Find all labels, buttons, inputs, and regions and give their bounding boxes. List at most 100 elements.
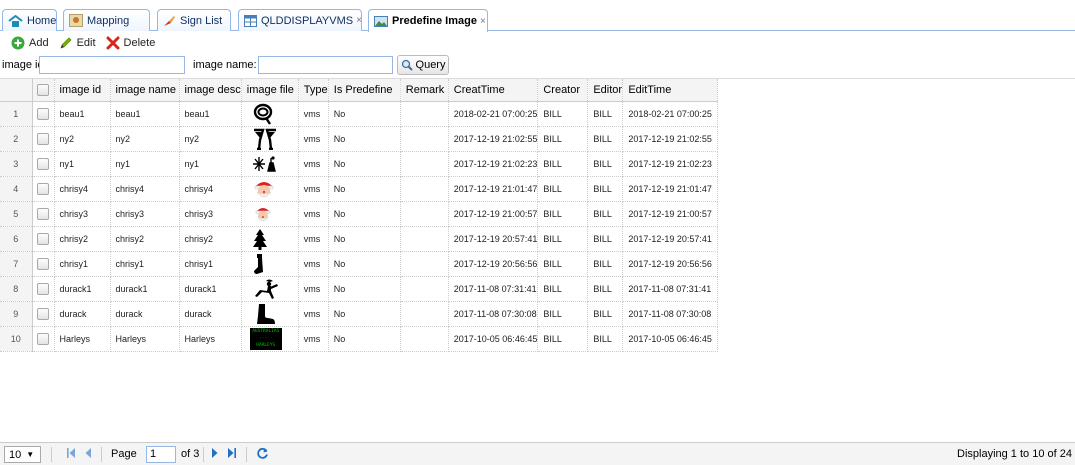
table-row[interactable]: 8 durack1 durack1 durack1 vms No 2017-11… <box>0 276 719 302</box>
add-icon <box>11 36 25 50</box>
first-page-icon[interactable] <box>66 447 76 459</box>
page-count-label: of 3 <box>181 448 200 460</box>
row-checkbox[interactable] <box>37 157 49 170</box>
creat-time-cell: 2017-12-19 20:56:56 <box>448 251 539 277</box>
is-predefine-cell: No <box>328 326 401 352</box>
type-cell: vms <box>298 201 329 227</box>
column-header[interactable]: Remark <box>400 79 449 102</box>
row-checkbox[interactable] <box>37 307 49 320</box>
type-cell: vms <box>298 251 329 277</box>
image-name-cell: chrisy3 <box>110 201 180 227</box>
prev-page-icon[interactable] <box>84 447 92 459</box>
table-row[interactable]: 6 chrisy2 chrisy2 chrisy2 vms No 2017-12… <box>0 226 719 252</box>
edit-time-cell: 2017-12-19 21:02:55 <box>622 126 719 152</box>
table-row[interactable]: 5 chrisy3 chrisy3 chrisy3 vms No 2017-12… <box>0 201 719 227</box>
thumb-line: AUSTRALIAS <box>252 328 280 334</box>
header-row: image id image name image desc image fil… <box>0 79 719 102</box>
page-size-select[interactable]: 10 ▼ <box>4 446 41 463</box>
toolbar: Add Edit Delete <box>0 33 165 53</box>
separator <box>203 447 204 462</box>
tab-label: Home <box>27 14 57 27</box>
tab-qlddisplayvms[interactable]: QLDDISPLAYVMS × <box>238 9 362 31</box>
is-predefine-cell: No <box>328 226 401 252</box>
row-checkbox[interactable] <box>37 257 49 270</box>
image-file-cell <box>241 176 299 202</box>
table-row[interactable]: 10 Harleys Harleys Harleys AUSTRALIAS ··… <box>0 326 719 352</box>
column-header[interactable]: image file <box>241 79 299 102</box>
edit-time-cell: 2017-11-08 07:30:08 <box>622 301 719 327</box>
table-row[interactable]: 9 durack durack durack vms No 2017-11-08… <box>0 301 719 327</box>
type-cell: vms <box>298 301 329 327</box>
image-name-cell: ny1 <box>110 151 180 177</box>
page-number-input[interactable]: 1 <box>146 446 176 463</box>
column-header[interactable]: image name <box>110 79 180 102</box>
column-header[interactable]: image id <box>54 79 111 102</box>
table-row[interactable]: 4 chrisy4 chrisy4 chrisy4 vms No 2017-12… <box>0 176 719 202</box>
row-checkbox[interactable] <box>37 232 49 245</box>
add-button[interactable]: Add <box>11 36 49 50</box>
row-checkbox[interactable] <box>37 282 49 295</box>
creator-cell: BILL <box>537 226 589 252</box>
boot-icon <box>256 303 275 324</box>
tab-home[interactable]: Home <box>2 9 57 31</box>
column-header[interactable]: Editor <box>587 79 624 102</box>
page-size-value: 10 <box>9 448 22 461</box>
separator <box>246 447 247 462</box>
thumb-line: ····· <box>258 335 273 341</box>
remark-cell <box>400 201 449 227</box>
column-header[interactable]: CreatTime <box>448 79 539 102</box>
row-checkbox[interactable] <box>37 332 49 345</box>
separator <box>101 447 102 462</box>
image-desc-cell: chrisy3 <box>179 201 242 227</box>
last-page-icon[interactable] <box>227 447 237 459</box>
image-grid: image id image name image desc image fil… <box>0 78 1075 441</box>
image-file-cell <box>241 251 299 277</box>
delete-label: Delete <box>123 37 156 49</box>
is-predefine-cell: No <box>328 126 401 152</box>
table-row[interactable]: 2 ny2 ny2 ny2 vms No 2017-12-19 21:02:55… <box>0 126 719 152</box>
column-header[interactable]: Creator <box>537 79 589 102</box>
table-row[interactable]: 1 beau1 beau1 beau1 vms No 2018-02-21 07… <box>0 101 719 127</box>
edit-time-cell: 2017-12-19 21:00:57 <box>622 201 719 227</box>
image-desc-cell: ny1 <box>179 151 242 177</box>
refresh-icon[interactable] <box>256 447 269 460</box>
tree-icon <box>252 228 267 250</box>
row-checkbox[interactable] <box>37 107 49 120</box>
santa-icon <box>254 181 274 197</box>
image-id-input[interactable] <box>39 56 185 74</box>
editor-cell: BILL <box>587 176 624 202</box>
image-file-cell <box>241 101 299 127</box>
delete-button[interactable]: Delete <box>106 36 156 50</box>
edit-label: Edit <box>76 37 96 49</box>
creat-time-cell: 2017-11-08 07:30:08 <box>448 301 539 327</box>
image-name-cell: Harleys <box>110 326 180 352</box>
next-page-icon[interactable] <box>211 447 219 459</box>
tab-predefine-image[interactable]: Predefine Image × <box>368 9 488 32</box>
column-header[interactable]: EditTime <box>622 79 719 102</box>
table-row[interactable]: 3 ny1 ny1 ny1 vms No 2017-12-19 21:02:23… <box>0 151 719 177</box>
close-icon[interactable]: × <box>480 16 486 27</box>
creator-cell: BILL <box>537 201 589 227</box>
table-row[interactable]: 7 chrisy1 chrisy1 chrisy1 vms No 2017-12… <box>0 251 719 277</box>
image-name-label: image name: <box>193 59 257 71</box>
tab-bar: Home Mapping Sign List QLDDISPLAYVMS × P… <box>0 0 1075 32</box>
column-header[interactable]: Is Predefine <box>328 79 401 102</box>
checkbox[interactable] <box>37 83 49 96</box>
column-header[interactable]: image desc <box>179 79 242 102</box>
is-predefine-cell: No <box>328 251 401 277</box>
close-icon[interactable]: × <box>356 15 362 26</box>
tab-sign-list[interactable]: Sign List <box>157 9 231 31</box>
glasses-icon <box>253 128 276 150</box>
edit-time-cell: 2017-11-08 07:31:41 <box>622 276 719 302</box>
row-checkbox[interactable] <box>37 207 49 220</box>
is-predefine-cell: No <box>328 276 401 302</box>
row-checkbox[interactable] <box>37 132 49 145</box>
edit-button[interactable]: Edit <box>59 36 96 50</box>
query-button[interactable]: Query <box>397 55 449 75</box>
select-all-checkbox[interactable] <box>32 79 55 102</box>
tab-mapping[interactable]: Mapping <box>63 9 150 31</box>
image-name-input[interactable] <box>258 56 393 74</box>
column-header[interactable]: Type <box>298 79 329 102</box>
type-cell: vms <box>298 276 329 302</box>
row-checkbox[interactable] <box>37 182 49 195</box>
